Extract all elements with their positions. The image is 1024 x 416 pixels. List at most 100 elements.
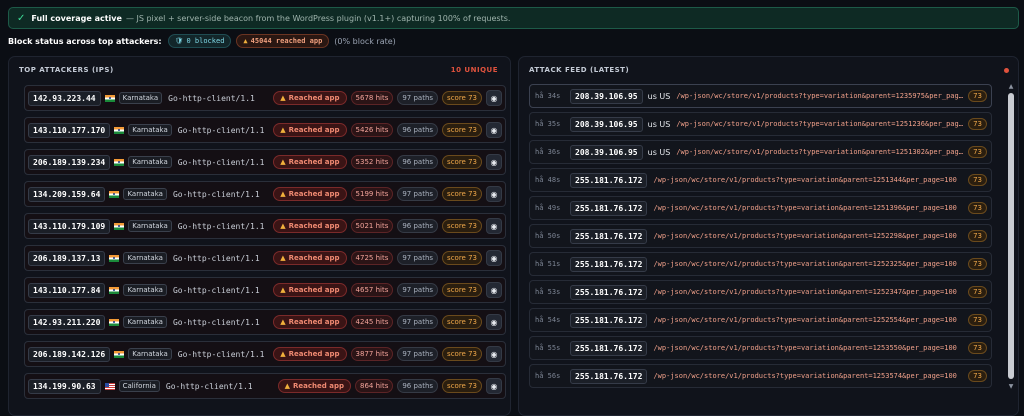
feed-score-badge: 73	[968, 202, 987, 214]
attacker-row[interactable]: 206.189.139.234 Karnataka Go-http-client/1…	[24, 149, 506, 175]
view-eye-icon[interactable]: ◉	[486, 186, 502, 202]
country-flag-icon	[109, 254, 120, 262]
attacker-ip[interactable]: 206.189.137.13	[28, 250, 106, 266]
attacker-row[interactable]: 134.209.159.64 Karnataka Go-http-client/1.…	[24, 181, 506, 207]
feed-score-badge: 73	[968, 314, 987, 326]
banner-text: — JS pixel + server-side beacon from the…	[125, 13, 511, 23]
feed-row[interactable]: hå 50s 255.181.76.172/wp-json/wc/store/v1…	[529, 224, 992, 248]
view-eye-icon[interactable]: ◉	[486, 378, 502, 394]
reached-label: Reached app	[288, 190, 340, 198]
feed-ip[interactable]: 208.39.106.95	[570, 144, 643, 160]
region-badge: Karnataka	[123, 316, 167, 328]
feed-ip[interactable]: 255.181.76.172	[570, 256, 648, 272]
feed-ip[interactable]: 255.181.76.172	[570, 200, 648, 216]
attacker-ip[interactable]: 134.209.159.64	[28, 186, 106, 202]
feed-path: /wp-json/wc/store/v1/products?type=varia…	[676, 148, 963, 156]
attacker-row[interactable]: 134.199.90.63 California Go-http-client/1.…	[24, 373, 506, 399]
attacker-ip[interactable]: 206.189.139.234	[28, 154, 111, 170]
feed-country: us US	[647, 147, 671, 157]
hits-badge: 4725 hits	[350, 251, 394, 265]
feed-row[interactable]: hå 54s 255.181.76.172/wp-json/wc/store/v1…	[529, 308, 992, 332]
feed-path: /wp-json/wc/store/v1/products?type=varia…	[653, 204, 957, 212]
feed-row[interactable]: hå 51s 255.181.76.172/wp-json/wc/store/v1…	[529, 252, 992, 276]
feed-ip[interactable]: 255.181.76.172	[570, 228, 648, 244]
feed-ip[interactable]: 255.181.76.172	[570, 284, 648, 300]
scroll-thumb[interactable]	[1008, 93, 1014, 379]
score-badge: score 73	[442, 251, 482, 265]
blocked-badge: 🛡 0 blocked	[167, 34, 232, 48]
attackers-list: 142.93.223.44 Karnataka Go-http-client/1.1…	[24, 85, 506, 405]
feed-ip[interactable]: 208.39.106.95	[570, 116, 643, 132]
feed-ip[interactable]: 255.181.76.172	[570, 172, 648, 188]
attacker-ip[interactable]: 206.189.142.126	[28, 346, 111, 362]
view-eye-icon[interactable]: ◉	[486, 314, 502, 330]
attacker-row[interactable]: 143.110.177.170 Karnataka Go-http-client/1…	[24, 117, 506, 143]
attacker-ip[interactable]: 134.199.90.63	[28, 378, 101, 394]
view-eye-icon[interactable]: ◉	[486, 250, 502, 266]
reached-app-badge: ▲ Reached app	[273, 283, 347, 297]
feed-row[interactable]: hå 55s 255.181.76.172/wp-json/wc/store/v1…	[529, 336, 992, 360]
scroll-down-icon[interactable]: ▼	[1007, 383, 1015, 391]
country-flag-icon	[109, 190, 120, 198]
feed-scrollbar[interactable]: ▲ ▼	[1007, 83, 1015, 391]
paths-badge: 97 paths	[397, 315, 439, 329]
feed-ip[interactable]: 255.181.76.172	[570, 340, 648, 356]
view-eye-icon[interactable]: ◉	[486, 154, 502, 170]
row-badges: ▲ Reached app 864 hits 96 paths score 73 ◉	[277, 378, 502, 394]
attacker-row[interactable]: 142.93.211.220 Karnataka Go-http-client/1.…	[24, 309, 506, 335]
reached-label: Reached app	[288, 350, 340, 358]
country-flag-icon	[109, 286, 120, 294]
score-badge: score 73	[442, 123, 482, 137]
feed-path: /wp-json/wc/store/v1/products?type=varia…	[676, 120, 963, 128]
attacker-ip[interactable]: 143.110.177.170	[28, 122, 111, 138]
attacker-row[interactable]: 206.189.137.13 Karnataka Go-http-client/1.…	[24, 245, 506, 271]
user-agent: Go-http-client/1.1	[172, 317, 260, 327]
view-eye-icon[interactable]: ◉	[486, 218, 502, 234]
user-agent: Go-http-client/1.1	[177, 221, 265, 231]
attacker-row[interactable]: 206.189.142.126 Karnataka Go-http-client/1…	[24, 341, 506, 367]
user-agent: Go-http-client/1.1	[172, 285, 260, 295]
user-agent: Go-http-client/1.1	[168, 93, 255, 103]
score-badge: score 73	[442, 283, 482, 297]
user-agent: Go-http-client/1.1	[177, 349, 265, 359]
attacker-ip[interactable]: 142.93.223.44	[28, 90, 101, 106]
feed-path: /wp-json/wc/store/v1/products?type=varia…	[653, 344, 957, 352]
shield-icon: 🛡	[174, 37, 184, 45]
feed-row[interactable]: hå 48s 255.181.76.172/wp-json/wc/store/v1…	[529, 168, 992, 192]
feed-timestamp: hå 54s	[535, 316, 561, 324]
feed-row[interactable]: hå 34s 208.39.106.95 us US/wp-json/wc/stor…	[529, 84, 992, 108]
view-eye-icon[interactable]: ◉	[486, 346, 502, 362]
paths-badge: 96 paths	[397, 379, 439, 393]
attacker-row[interactable]: 143.110.179.109 Karnataka Go-http-client/1…	[24, 213, 506, 239]
feed-row[interactable]: hå 53s 255.181.76.172/wp-json/wc/store/v1…	[529, 280, 992, 304]
scroll-up-icon[interactable]: ▲	[1007, 83, 1015, 91]
view-eye-icon[interactable]: ◉	[486, 122, 502, 138]
feed-row[interactable]: hå 36s 208.39.106.95 us US/wp-json/wc/stor…	[529, 140, 992, 164]
attacker-row[interactable]: 142.93.223.44 Karnataka Go-http-client/1.1…	[24, 85, 506, 111]
feed-row[interactable]: hå 56s 255.181.76.172/wp-json/wc/store/v1…	[529, 364, 992, 388]
attacker-ip[interactable]: 143.110.177.84	[28, 282, 106, 298]
unique-count: 10 UNIQUE	[450, 66, 498, 74]
feed-row[interactable]: hå 49s 255.181.76.172/wp-json/wc/store/v1…	[529, 196, 992, 220]
view-eye-icon[interactable]: ◉	[486, 282, 502, 298]
feed-ip[interactable]: 255.181.76.172	[570, 312, 648, 328]
feed-score-badge: 73	[968, 90, 987, 102]
feed-timestamp: hå 53s	[535, 288, 561, 296]
region-badge: Karnataka	[123, 284, 167, 296]
hits-badge: 864 hits	[354, 379, 394, 393]
reached-label: Reached app	[288, 94, 340, 102]
score-badge: score 73	[442, 91, 482, 105]
attacker-row[interactable]: 143.110.177.84 Karnataka Go-http-client/1.…	[24, 277, 506, 303]
reached-app-badge: ▲ Reached app	[273, 155, 347, 169]
attacker-ip[interactable]: 143.110.179.109	[28, 218, 111, 234]
feed-score-badge: 73	[968, 258, 987, 270]
feed-row[interactable]: hå 35s 208.39.106.95 us US/wp-json/wc/stor…	[529, 112, 992, 136]
attacker-ip[interactable]: 142.93.211.220	[28, 314, 106, 330]
reached-label: Reached app	[288, 126, 340, 134]
feed-ip[interactable]: 208.39.106.95	[570, 88, 643, 104]
region-badge: California	[118, 380, 160, 392]
feed-ip[interactable]: 255.181.76.172	[570, 368, 648, 384]
view-eye-icon[interactable]: ◉	[486, 90, 502, 106]
hits-badge: 5426 hits	[350, 123, 394, 137]
reached-app-badge: ▲ Reached app	[273, 91, 347, 105]
